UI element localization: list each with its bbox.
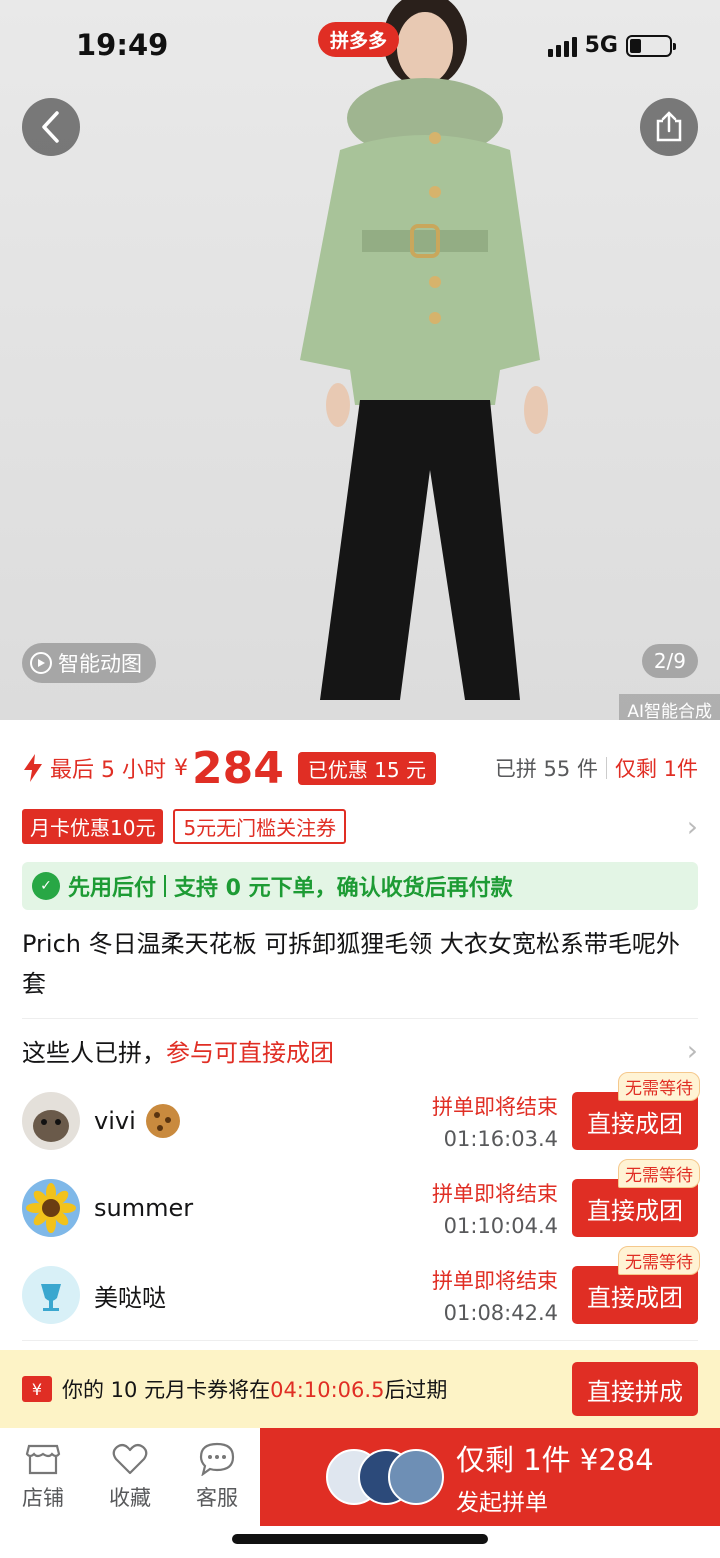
buy-sub-label: 发起拼单 (456, 1490, 548, 1516)
divider (22, 1340, 698, 1341)
group-status: 拼单即将结束 (432, 1182, 558, 1206)
pay-later-desc: 支持 0 元下单，确认收货后再付款 (174, 876, 513, 901)
tab-customer-service-label: 客服 (196, 1486, 238, 1510)
group-user-name: vivi (94, 1107, 136, 1135)
network-label: 5G (584, 33, 618, 58)
stock-remaining: 仅剩 1件 (614, 757, 698, 781)
share-button[interactable] (640, 98, 698, 156)
group-row: 美哒哒 拼单即将结束 01:08:42.4 直接成团 无需等待 (22, 1246, 700, 1330)
status-time: 19:49 (76, 28, 169, 62)
direct-group-button[interactable]: 直接拼成 (572, 1362, 698, 1416)
group-countdown: 01:08:42.4 (443, 1301, 558, 1325)
pay-later-banner[interactable]: ✓ 先用后付 支持 0 元下单，确认收货后再付款 (22, 862, 698, 910)
pay-later-icon: ✓ (32, 872, 60, 900)
join-group-label: 直接成团 (587, 1283, 683, 1312)
group-countdown: 01:10:04.4 (443, 1214, 558, 1238)
buy-main-label: 仅剩 1件 ¥284 (456, 1443, 654, 1477)
avatar (22, 1266, 80, 1324)
tab-favorite[interactable]: 收藏 (95, 1442, 165, 1512)
signal-icon (547, 35, 577, 57)
start-group-buy-button[interactable]: 仅剩 1件 ¥284 发起拼单 (260, 1428, 720, 1526)
join-group-label: 直接成团 (587, 1196, 683, 1225)
sold-count: 已拼 55 件 (494, 757, 598, 781)
chevron-right-icon: › (686, 809, 698, 843)
price-amount: 284 (191, 742, 284, 794)
status-icons: 5G (547, 33, 676, 58)
discount-badge: 已优惠 15 元 (297, 751, 437, 785)
group-buy-heading: 这些人已拼， (22, 1038, 166, 1067)
product-image-gallery[interactable]: 19:49 拼多多 5G 智能动图 2/9 AI智能合成 (0, 0, 720, 720)
divider (22, 1018, 698, 1019)
expire-countdown: 04:10:06.5 (270, 1378, 385, 1402)
cookie-icon (145, 1104, 180, 1138)
coupon-expire-bar: ¥ 你的 10 元月卡券将在04:10:06.5后过期 直接拼成 (0, 1350, 720, 1428)
join-group-label: 直接成团 (587, 1109, 683, 1138)
chat-icon (199, 1442, 235, 1476)
expire-prefix: 你的 10 元月卡券将在 (62, 1378, 271, 1402)
product-title: Prich 冬日温柔天花板 可拆卸狐狸毛领 大衣女宽松系带毛呢外套 (22, 930, 680, 998)
join-group-button[interactable]: 直接成团 无需等待 (572, 1159, 700, 1237)
group-user-name: 美哒哒 (94, 1283, 166, 1312)
battery-icon (626, 34, 676, 57)
smart-animation-label: 智能动图 (58, 652, 142, 676)
group-user-name: summer (94, 1194, 194, 1222)
tab-favorite-label: 收藏 (109, 1486, 151, 1510)
product-photo (300, 0, 548, 700)
store-icon (25, 1444, 61, 1475)
no-wait-tag: 无需等待 (618, 1072, 700, 1101)
play-icon (30, 652, 52, 674)
tab-store-label: 店铺 (22, 1486, 64, 1510)
coupon-row[interactable]: 月卡优惠10元 5元无门槛关注券 › (22, 808, 698, 844)
ai-generated-tag: AI智能合成 (619, 694, 720, 720)
group-buy-header[interactable]: 这些人已拼， 参与可直接成团 › (22, 1030, 698, 1070)
divider (605, 757, 607, 779)
join-group-button[interactable]: 直接成团 无需等待 (572, 1072, 700, 1150)
tab-customer-service[interactable]: 客服 (182, 1442, 252, 1512)
smart-animation-button[interactable]: 智能动图 (22, 643, 156, 683)
divider (164, 875, 167, 897)
no-wait-tag: 无需等待 (618, 1246, 700, 1275)
buyer-avatars (326, 1449, 446, 1505)
countdown-label: 最后 5 小时 (50, 758, 166, 783)
home-indicator (232, 1534, 488, 1544)
no-wait-tag: 无需等待 (618, 1159, 700, 1188)
expire-message: 你的 10 元月卡券将在04:10:06.5后过期 (62, 1374, 447, 1404)
chevron-left-icon (42, 111, 59, 143)
coupon-monthly-card[interactable]: 月卡优惠10元 (22, 808, 164, 844)
currency-symbol: ¥ (173, 755, 188, 781)
back-button[interactable] (22, 98, 80, 156)
image-page-indicator: 2/9 (641, 644, 698, 678)
tab-store[interactable]: 店铺 (8, 1442, 78, 1512)
pay-later-title: 先用后付 (68, 876, 157, 901)
group-status: 拼单即将结束 (432, 1095, 558, 1119)
avatar (22, 1092, 80, 1150)
group-buy-heading-highlight: 参与可直接成团 (166, 1038, 334, 1067)
coupon-follow[interactable]: 5元无门槛关注券 (173, 808, 347, 844)
price-row: 最后 5 小时 ¥ 284 已优惠 15 元 已拼 55 件 仅剩 1件 (22, 738, 698, 798)
coupon-ticket-icon: ¥ (22, 1376, 52, 1402)
group-countdown: 01:16:03.4 (443, 1127, 558, 1151)
group-status: 拼单即将结束 (432, 1269, 558, 1293)
avatar (22, 1179, 80, 1237)
expire-suffix: 后过期 (384, 1378, 448, 1402)
lightning-icon (24, 754, 42, 782)
join-group-button[interactable]: 直接成团 无需等待 (572, 1246, 700, 1324)
avatar (388, 1449, 444, 1505)
group-row: summer 拼单即将结束 01:10:04.4 直接成团 无需等待 (22, 1159, 700, 1243)
group-row: vivi 拼单即将结束 01:16:03.4 直接成团 无需等待 (22, 1072, 700, 1156)
heart-icon (112, 1443, 148, 1475)
brand-badge: 拼多多 (318, 22, 400, 57)
chevron-right-icon: › (686, 1033, 698, 1067)
share-icon (656, 111, 682, 142)
